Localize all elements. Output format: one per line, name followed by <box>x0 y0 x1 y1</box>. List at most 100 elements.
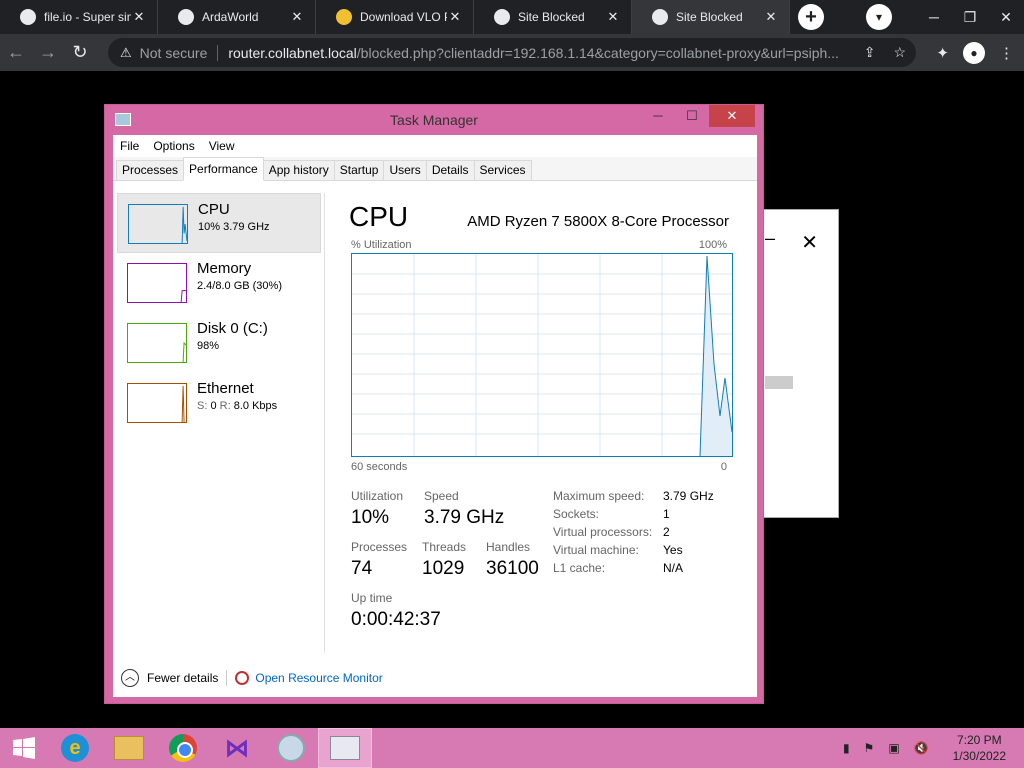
send-value: 0 <box>210 400 217 412</box>
chrome-icon <box>169 734 197 762</box>
app-icon <box>336 9 352 25</box>
omnibox-actions: ⇪ ☆ <box>864 44 906 61</box>
visual-studio-icon: ⋈ <box>225 734 249 762</box>
star-icon[interactable]: ☆ <box>893 44 906 61</box>
tab-details[interactable]: Details <box>425 160 475 180</box>
resource-value: 98% <box>197 340 220 352</box>
minimize-icon[interactable]: ─ <box>916 9 952 25</box>
window-buttons: ─ ☐ ✕ <box>641 105 755 127</box>
browser-tab[interactable]: file.io - Super sim ✕ <box>0 0 158 34</box>
menu-file[interactable]: File <box>120 139 139 153</box>
uptime-label: Up time <box>351 591 393 605</box>
cpu-detail-panel: CPU AMD Ryzen 7 5800X 8-Core Processor %… <box>345 181 755 651</box>
tab-processes[interactable]: Processes <box>116 160 185 180</box>
task-manager-body: File Options View Processes Performance … <box>113 135 757 697</box>
share-icon[interactable]: ⇪ <box>864 44 876 61</box>
browser-toolbar: ← → ↻ ⚠ Not secure router.collabnet.loca… <box>0 34 1024 71</box>
browser-tab-active[interactable]: Site Blocked ✕ <box>632 0 790 34</box>
minimize-button[interactable]: ─ <box>641 105 675 127</box>
spec-label: Virtual processors: <box>553 525 653 539</box>
profile-icon[interactable]: ● <box>963 41 985 64</box>
tab-startup[interactable]: Startup <box>333 160 385 180</box>
tab-performance[interactable]: Performance <box>183 157 264 181</box>
windows-logo-icon <box>13 737 35 759</box>
handles-label: Handles <box>486 540 531 554</box>
close-icon[interactable]: ✕ <box>447 9 463 25</box>
processor-name: AMD Ryzen 7 5800X 8-Core Processor <box>467 213 729 230</box>
menu-view[interactable]: View <box>209 139 235 153</box>
separator <box>226 670 228 686</box>
y-axis-max: 100% <box>698 239 727 251</box>
resource-disk[interactable]: Disk 0 (C:) 98% <box>117 313 321 373</box>
menu-options[interactable]: Options <box>153 139 194 153</box>
cpu-sparkline <box>128 204 188 244</box>
browser-tab-bar: file.io - Super sim ✕ ArdaWorld ✕ Downlo… <box>0 0 1024 34</box>
taskbar-visual-studio[interactable]: ⋈ <box>210 728 264 768</box>
security-label[interactable]: Not secure <box>140 45 208 61</box>
speed-label: Speed <box>424 489 459 503</box>
tab-title: file.io - Super sim <box>44 10 131 24</box>
volume-muted-icon[interactable]: 🔇 <box>914 741 929 755</box>
address-bar[interactable]: ⚠ Not secure router.collabnet.local /blo… <box>108 38 916 67</box>
url-host: router.collabnet.local <box>228 44 357 61</box>
resource-cpu[interactable]: CPU 10% 3.79 GHz <box>117 193 321 253</box>
maximize-button[interactable]: ☐ <box>675 105 709 127</box>
fewer-details-button[interactable]: ︿ Fewer details <box>121 669 218 687</box>
tab-title: ArdaWorld <box>202 10 259 24</box>
chevron-up-icon: ︿ <box>121 669 139 687</box>
spec-value: 1 <box>663 507 670 521</box>
close-icon[interactable]: ✕ <box>131 9 147 25</box>
new-tab-button[interactable]: + <box>798 4 824 30</box>
resource-name: CPU <box>198 201 230 218</box>
taskbar-task-manager[interactable] <box>318 728 372 768</box>
task-manager-icon <box>330 736 360 760</box>
x-axis-left: 60 seconds <box>351 461 408 473</box>
tab-app-history[interactable]: App history <box>262 160 335 180</box>
tab-strip: Processes Performance App history Startu… <box>113 157 757 181</box>
uptime-value: 0:00:42:37 <box>351 609 441 630</box>
flag-icon[interactable]: ⚑ <box>864 741 875 755</box>
start-button[interactable] <box>0 728 48 768</box>
open-resource-monitor-link[interactable]: Open Resource Monitor <box>235 671 383 685</box>
tab-services[interactable]: Services <box>473 160 532 180</box>
back-icon[interactable]: ← <box>0 42 32 63</box>
close-icon[interactable]: ✕ <box>605 9 621 25</box>
memory-sparkline <box>127 263 187 303</box>
menu-icon[interactable]: ⋮ <box>999 44 1014 62</box>
taskbar-disc-app[interactable] <box>264 728 318 768</box>
close-icon[interactable]: ✕ <box>289 9 305 25</box>
action-center-icon[interactable]: ▮ <box>843 741 850 755</box>
browser-tab[interactable]: ArdaWorld ✕ <box>158 0 316 34</box>
disk-sparkline <box>127 323 187 363</box>
reload-icon[interactable]: ↻ <box>64 42 96 63</box>
close-icon[interactable]: ✕ <box>988 9 1024 26</box>
minimize-icon[interactable]: – <box>765 228 775 249</box>
warning-icon[interactable]: ⚠ <box>120 45 132 61</box>
extensions-icon[interactable]: ✦ <box>936 44 949 62</box>
receive-value: 8.0 Kbps <box>233 400 278 412</box>
browser-tab[interactable]: Download VLO Pl ✕ <box>316 0 474 34</box>
resource-memory[interactable]: Memory 2.4/8.0 GB (30%) <box>117 253 321 313</box>
tab-search-button[interactable]: ▾ <box>866 4 892 30</box>
taskbar-chrome[interactable] <box>156 728 210 768</box>
clock-date: 1/30/2022 <box>952 749 1006 763</box>
url-path: /blocked.php?clientaddr=192.168.1.14&cat… <box>356 44 839 61</box>
tab-users[interactable]: Users <box>383 160 427 180</box>
utilization-value: 10% <box>351 507 390 528</box>
globe-icon <box>494 9 510 25</box>
network-icon[interactable]: ▣ <box>888 741 899 755</box>
taskbar-explorer[interactable] <box>102 728 156 768</box>
restore-icon[interactable]: ❐ <box>952 9 988 26</box>
resource-ethernet[interactable]: Ethernet S: 0 R: 8.0 Kbps <box>117 373 321 433</box>
close-icon[interactable]: ✕ <box>801 230 818 255</box>
close-icon[interactable]: ✕ <box>763 9 779 25</box>
resource-value: 10% 3.79 GHz <box>198 221 270 233</box>
clock[interactable]: 7:20 PM 1/30/2022 <box>953 732 1006 764</box>
resource-name: Ethernet <box>197 380 254 397</box>
browser-tab[interactable]: Site Blocked ✕ <box>474 0 632 34</box>
close-button[interactable]: ✕ <box>709 105 755 127</box>
processes-value: 74 <box>351 558 373 579</box>
forward-icon[interactable]: → <box>32 42 64 63</box>
taskbar-ie[interactable]: e <box>48 728 102 768</box>
resource-list: CPU 10% 3.79 GHz Memory 2.4/8.0 GB (30%)… <box>113 193 325 653</box>
